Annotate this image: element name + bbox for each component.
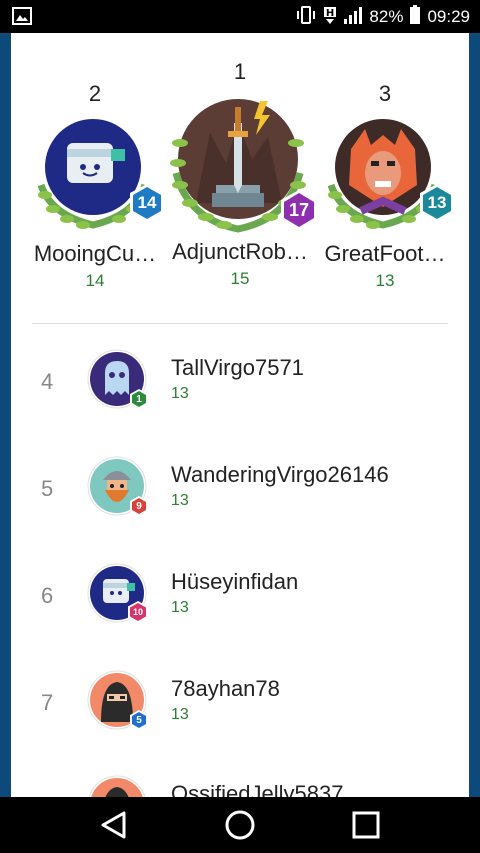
level-number: 17: [288, 199, 310, 220]
level-number: 10: [132, 607, 143, 617]
level-number: 14: [137, 193, 157, 212]
player-score: 13: [171, 385, 189, 402]
level-number: 5: [136, 714, 142, 726]
avatar: 9: [87, 456, 149, 516]
level-number: 1: [136, 393, 142, 405]
image-icon: [12, 7, 32, 25]
player-name: OssifiedJelly5837: [171, 781, 344, 797]
podium-rank: 2: [88, 81, 102, 106]
divider: [32, 323, 448, 324]
player-name: 78ayhan78: [171, 676, 280, 701]
podium-first[interactable]: 1 17 AdjunctRob… 15: [166, 59, 317, 289]
player-score: 13: [171, 492, 189, 509]
leaderboard-card: 2 14 MooingCu… 14 1 17 AdjunctRob… 15 3 …: [11, 33, 469, 797]
level-badge: 5: [129, 710, 149, 730]
navigation-bar: [0, 797, 480, 853]
battery-icon: [409, 4, 421, 30]
level-badge: 9: [129, 496, 149, 516]
podium-third[interactable]: 3 13 GreatFoot… 13: [321, 81, 454, 291]
list-item[interactable]: 4 1 TallVirgo7571 13: [11, 333, 469, 433]
podium-rank: 1: [233, 59, 247, 84]
avatar: 17: [166, 93, 317, 233]
rank-number: 5: [41, 476, 54, 501]
avatar: 10: [87, 563, 149, 623]
battery-percent: 82%: [369, 7, 404, 26]
level-badge: 1: [129, 389, 149, 409]
avatar: 5: [87, 670, 149, 730]
clock: 09:29: [427, 7, 470, 26]
podium-score: 14: [85, 271, 105, 290]
recents-icon[interactable]: [350, 809, 382, 841]
player-name: TallVirgo7571: [171, 355, 304, 380]
signal-icon: [343, 5, 363, 30]
data-h-icon: H: [323, 5, 337, 30]
rank-number: 6: [41, 583, 54, 608]
avatar: 1: [87, 349, 149, 409]
back-icon[interactable]: [98, 809, 130, 841]
level-number: 9: [136, 500, 142, 512]
podium-rank: 3: [378, 81, 392, 106]
avatar: [87, 775, 147, 797]
level-number: 13: [427, 193, 447, 212]
home-icon[interactable]: [224, 809, 256, 841]
podium-name: MooingCu…: [33, 241, 157, 266]
level-badge: 17: [278, 189, 320, 231]
status-bar: H 82% 09:29: [0, 0, 480, 33]
level-badge: 14: [127, 183, 167, 223]
player-name: Hüseyinfidan: [171, 569, 299, 594]
player-name: WanderingVirgo26146: [171, 462, 389, 487]
list-item[interactable]: 8 OssifiedJelly5837: [11, 761, 469, 797]
player-score: 13: [171, 706, 189, 723]
rank-number: 4: [41, 369, 54, 394]
player-score: 13: [171, 599, 189, 616]
svg-text:H: H: [326, 8, 334, 19]
ninja-avatar: [88, 775, 146, 797]
list-item[interactable]: 6 10 Hüseyinfidan 13: [11, 547, 469, 647]
list-item[interactable]: 7 5 78ayhan78 13: [11, 654, 469, 754]
podium-name: GreatFoot…: [324, 241, 446, 266]
avatar: 14: [31, 115, 164, 235]
list-item[interactable]: 5 9 WanderingVirgo26146 13: [11, 440, 469, 540]
avatar: 13: [321, 115, 454, 235]
podium-second[interactable]: 2 14 MooingCu… 14: [31, 81, 164, 291]
rank-number: 7: [41, 690, 54, 715]
level-badge: 10: [127, 601, 149, 623]
podium-score: 15: [230, 269, 250, 288]
podium-score: 13: [375, 271, 395, 290]
level-badge: 13: [417, 183, 457, 223]
podium-name: AdjunctRob…: [172, 239, 308, 264]
vibrate-icon: [295, 5, 317, 30]
